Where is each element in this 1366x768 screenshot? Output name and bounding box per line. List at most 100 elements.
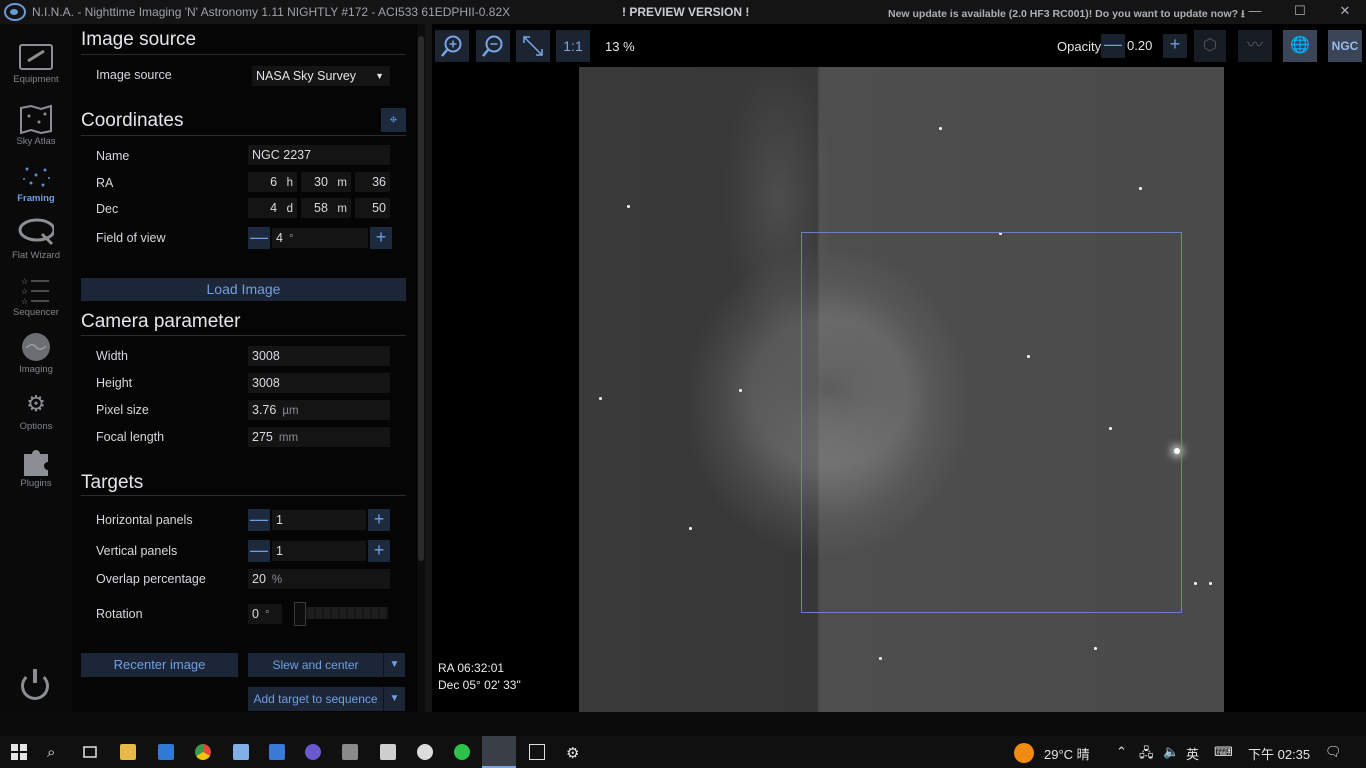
tray-chevron-up-icon[interactable]: ⌃ — [1116, 744, 1127, 760]
rotation-slider[interactable] — [300, 607, 388, 619]
hpanels-increase-button[interactable]: + — [368, 509, 390, 531]
nav-imaging[interactable]: Imaging — [0, 332, 72, 389]
star — [627, 205, 630, 208]
sky-survey-image[interactable] — [579, 67, 1224, 712]
title-bar: N.I.N.A. - Nighttime Imaging 'N' Astrono… — [0, 0, 1366, 24]
update-link[interactable]: New update is available (2.0 HF3 RC001)!… — [888, 6, 1245, 24]
astro-app-icon[interactable] — [417, 744, 433, 760]
ime-indicator[interactable]: 英 — [1186, 744, 1199, 763]
vpanels-decrease-button[interactable]: — — [248, 540, 270, 562]
grid-toggle-button[interactable]: 🌐 — [1283, 30, 1317, 62]
camera-app-icon[interactable] — [342, 744, 358, 760]
overlap-unit: % — [271, 574, 283, 586]
telescope-app-icon[interactable] — [380, 744, 396, 760]
nav-options[interactable]: ⚙ Options — [0, 389, 72, 446]
vertical-panels-label: Vertical panels — [96, 544, 178, 558]
volume-icon[interactable]: 🔈 — [1163, 744, 1179, 760]
network-icon[interactable]: 🖧 — [1139, 744, 1154, 766]
vpanels-increase-button[interactable]: + — [368, 540, 390, 562]
cursor-ra-readout: RA 06:32:01 — [438, 661, 505, 675]
opacity-value[interactable]: 0.20 — [1127, 38, 1152, 53]
notepad-icon[interactable] — [233, 744, 249, 760]
rotation-input[interactable]: 0 ° — [248, 604, 282, 624]
file-explorer-icon[interactable] — [120, 744, 136, 760]
dec-minutes-input[interactable]: 58 m — [301, 198, 351, 218]
image-source-select[interactable]: NASA Sky Survey ▼ — [252, 66, 390, 86]
ra-minutes-input[interactable]: 30 m — [301, 172, 351, 192]
nav-sky-atlas[interactable]: Sky Atlas — [0, 104, 72, 161]
star — [1094, 647, 1097, 650]
nav-equipment[interactable]: Equipment — [0, 42, 72, 99]
rotation-slider-thumb[interactable] — [294, 602, 306, 626]
camera-fov-rectangle[interactable] — [801, 232, 1182, 613]
pixel-size-input[interactable]: 3.76 µm — [248, 400, 390, 420]
fov-decrease-button[interactable]: — — [248, 227, 270, 249]
opacity-increase-button[interactable]: + — [1163, 34, 1187, 58]
notification-icon[interactable]: 🗨 — [1325, 744, 1342, 760]
stellarium-icon[interactable] — [305, 744, 321, 760]
zoom-out-button[interactable] — [476, 30, 510, 62]
globe-grid-icon: 🌐 — [1290, 37, 1310, 54]
constellation-lines-button[interactable]: 〰 — [1238, 30, 1272, 62]
one-to-one-button[interactable]: 1:1 — [556, 30, 590, 62]
dec-seconds-input[interactable]: 50 — [355, 198, 390, 218]
location-pin-button[interactable]: ⌖ — [381, 108, 406, 132]
gears-icon: ⚙ — [26, 391, 46, 416]
cursor-dec-readout: Dec 05° 02' 33" — [438, 678, 521, 692]
zoom-in-button[interactable] — [435, 30, 469, 62]
windows-start-icon[interactable] — [11, 744, 27, 760]
search-icon[interactable]: ⌕ — [47, 744, 63, 761]
add-target-dropdown-chevron-icon[interactable]: ▼ — [383, 687, 405, 711]
panel-scroll-thumb[interactable] — [418, 36, 424, 561]
maximize-button[interactable]: ☐ — [1277, 0, 1323, 24]
weather-text[interactable]: 29°C 晴 — [1044, 744, 1090, 763]
rotation-label: Rotation — [96, 607, 143, 621]
power-icon[interactable] — [21, 669, 49, 700]
settings-gear-icon[interactable]: ⚙ — [566, 744, 582, 762]
camera-width-input[interactable]: 3008 — [248, 346, 390, 366]
horizontal-panels-input[interactable]: 1 — [272, 510, 366, 530]
ngc-toggle-button[interactable]: NGC — [1328, 30, 1362, 62]
focal-length-input[interactable]: 275 mm — [248, 427, 390, 447]
app-window-icon[interactable] — [269, 744, 285, 760]
weather-sun-icon[interactable] — [1014, 743, 1034, 763]
sequencer-icon: ☆ ☆ ☆ — [18, 275, 54, 305]
star — [689, 527, 692, 530]
opacity-decrease-button[interactable]: — — [1101, 34, 1125, 58]
slew-and-center-button[interactable]: Slew and center — [248, 653, 383, 677]
load-image-button[interactable]: Load Image — [81, 278, 406, 301]
keyboard-layout-icon[interactable]: ⌨ — [1214, 744, 1233, 760]
nina-taskbar-icon[interactable] — [482, 736, 516, 768]
panel-splitter[interactable] — [425, 24, 432, 712]
nav-flat-wizard[interactable]: Flat Wizard — [0, 218, 72, 275]
overlap-input[interactable]: 20% — [248, 569, 390, 589]
slew-dropdown-chevron-icon[interactable]: ▼ — [383, 653, 405, 677]
ra-seconds-input[interactable]: 36 — [355, 172, 390, 192]
chrome-icon[interactable] — [195, 744, 211, 760]
nav-plugins[interactable]: Plugins — [0, 446, 72, 503]
opacity-label: Opacity — [1057, 39, 1102, 54]
clock[interactable]: 下午 02:35 — [1248, 744, 1310, 763]
nav-sequencer[interactable]: ☆ ☆ ☆ Sequencer — [0, 275, 72, 332]
fov-input[interactable]: 4 ° — [272, 228, 368, 248]
camera-height-input[interactable]: 3008 — [248, 373, 390, 393]
vertical-panels-input[interactable]: 1 — [272, 541, 366, 561]
app-icon[interactable] — [158, 744, 174, 760]
phd2-icon[interactable] — [454, 744, 470, 760]
close-button[interactable]: ✕ — [1322, 0, 1366, 24]
fov-increase-button[interactable]: + — [370, 227, 392, 249]
task-view-icon[interactable] — [82, 744, 98, 760]
recenter-image-button[interactable]: Recenter image — [81, 653, 238, 677]
minimize-button[interactable]: — — [1232, 0, 1278, 24]
terminal-icon[interactable] — [529, 744, 545, 760]
target-name-input[interactable]: NGC 2237 — [248, 145, 390, 165]
dec-degrees-input[interactable]: 4 d — [248, 198, 297, 218]
map-pin-icon: ⌖ — [389, 111, 398, 127]
nav-framing[interactable]: Framing — [0, 161, 72, 218]
hpanels-decrease-button[interactable]: — — [248, 509, 270, 531]
ra-hours-input[interactable]: 6 h — [248, 172, 297, 192]
coordinates-title: Coordinates — [81, 110, 184, 131]
constellation-boundaries-button[interactable]: ⬡ — [1194, 30, 1226, 62]
add-target-to-sequence-button[interactable]: Add target to sequence — [248, 687, 383, 711]
fit-to-screen-button[interactable] — [516, 30, 550, 62]
